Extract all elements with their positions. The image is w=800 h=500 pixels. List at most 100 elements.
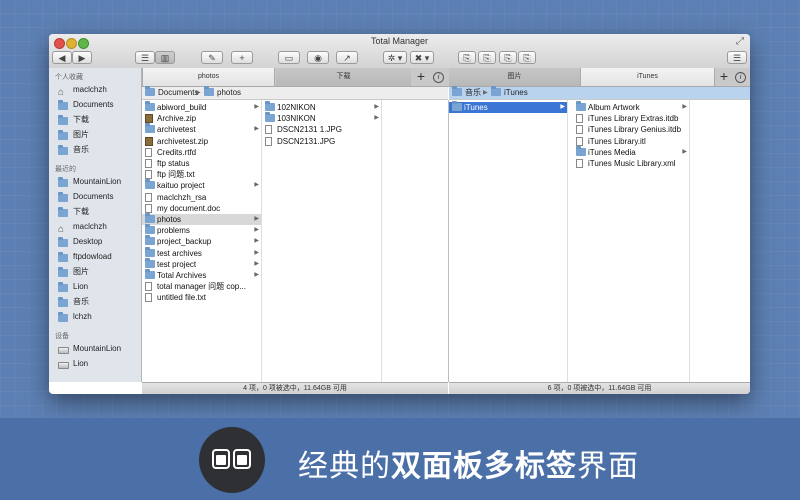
file-row[interactable]: DSCN2131.JPG [262, 136, 381, 147]
add-tab-right-button[interactable]: + [716, 68, 732, 86]
file-row[interactable]: 102NIKON ▶ [262, 101, 381, 113]
sidebar-item-label: ftpdowload [73, 252, 112, 261]
path-segment[interactable]: photos [204, 86, 241, 99]
file-name: Credits.rtfd [157, 147, 197, 157]
share-button[interactable]: ↗ [336, 51, 358, 64]
file-name: project_backup [157, 237, 212, 247]
file-row[interactable]: ftp 问题.txt [142, 169, 261, 180]
drive-icon [58, 347, 69, 354]
file-row[interactable]: abiword_build ▶ [142, 101, 261, 113]
left-tab-bar: photos 下载 + i [142, 68, 449, 87]
path-segment[interactable]: 音乐 [452, 86, 481, 99]
file-row[interactable]: total manager 问题 cop... [142, 281, 261, 292]
disclosure-arrow-icon: ▶ [682, 148, 687, 155]
info-icon[interactable]: i [735, 72, 746, 83]
file-row[interactable]: iTunes Library.itl [573, 136, 689, 147]
new-item-button[interactable]: + [231, 51, 253, 64]
file-name: problems [157, 226, 190, 236]
file-name: iTunes [464, 103, 488, 112]
sidebar-item[interactable]: Lion [49, 356, 141, 371]
sidebar-item[interactable]: Documents [49, 189, 141, 204]
file-row[interactable]: Credits.rtfd [142, 147, 261, 158]
copy-right-button[interactable]: ⎘ [499, 51, 517, 64]
file-row[interactable]: Album Artwork ▶ [573, 101, 689, 113]
file-row[interactable]: iTunes ▶ [449, 101, 567, 113]
file-row[interactable]: DSCN2131 1.JPG [262, 124, 381, 135]
sidebar-item[interactable]: 图片 [49, 127, 141, 142]
add-tab-left-button[interactable]: + [413, 68, 429, 86]
folder-icon [58, 297, 68, 307]
move-right-button[interactable]: ⎘ [518, 51, 536, 64]
left-column-3[interactable] [382, 100, 449, 382]
fullscreen-icon[interactable]: ⤢ [736, 36, 744, 47]
sidebar-item[interactable]: ⌂ maclchzh [49, 219, 141, 235]
disclosure-arrow-icon: ▶ [374, 115, 379, 122]
preview-button[interactable]: ◉ [307, 51, 329, 64]
file-name: abiword_build [157, 103, 207, 112]
tab-left-downloads[interactable]: 下载 [276, 68, 411, 86]
forward-button[interactable]: ▶ [72, 51, 92, 64]
sidebar-item[interactable]: 图片 [49, 264, 141, 279]
menu-button[interactable]: ☰ [727, 51, 747, 64]
sidebar-item[interactable]: 下载 [49, 204, 141, 219]
sidebar-item[interactable]: MountainLion [49, 174, 141, 189]
file-row[interactable]: my document.doc [142, 203, 261, 214]
file-row[interactable]: 103NIKON ▶ [262, 112, 381, 124]
file-row[interactable]: problems ▶ [142, 224, 261, 236]
file-row[interactable]: ftp status [142, 158, 261, 169]
home-icon: ⌂ [58, 224, 65, 235]
column-view-button[interactable]: ▥ [155, 51, 175, 64]
sidebar-item-label: Desktop [73, 237, 103, 246]
left-column-1[interactable]: abiword_build ▶ Archive.zip archivetest ▶ arc… [142, 100, 262, 382]
file-row[interactable]: iTunes Library Extras.itdb [573, 113, 689, 124]
file-row[interactable]: photos ▶ [142, 213, 261, 225]
file-row[interactable]: untitled file.txt [142, 292, 261, 303]
tab-left-photos[interactable]: photos [142, 68, 275, 86]
disclosure-arrow-icon: ▶ [254, 104, 259, 110]
file-row[interactable]: iTunes Media ▶ [573, 145, 689, 158]
tools-menu-button[interactable]: ✖ ▾ [410, 51, 434, 64]
sidebar-item[interactable]: lchzh [49, 309, 141, 324]
file-row[interactable]: test project ▶ [142, 257, 261, 270]
right-column-1[interactable]: iTunes ▶ [449, 100, 568, 382]
list-view-button[interactable]: ☰ [135, 51, 155, 64]
sidebar-item[interactable]: 音乐 [49, 294, 141, 309]
right-column-2[interactable]: Album Artwork ▶ iTunes Library Extras.itdb… [573, 100, 690, 382]
file-row[interactable]: iTunes Music Library.xml [573, 158, 689, 169]
sidebar-item[interactable]: 音乐 [49, 142, 141, 157]
file-row[interactable]: iTunes Library Genius.itdb [573, 124, 689, 135]
file-row[interactable]: test archives ▶ [142, 246, 261, 259]
sidebar-item[interactable]: MountainLion [49, 341, 141, 356]
folder-icon [145, 86, 155, 96]
sidebar-item[interactable]: Desktop [49, 234, 141, 249]
file-row[interactable]: project_backup ▶ [142, 235, 261, 247]
file-row[interactable]: maclchzh_rsa [142, 192, 261, 203]
sidebar-item[interactable]: ftpdowload [49, 249, 141, 264]
file-row[interactable]: Total Archives ▶ [142, 269, 261, 281]
path-segment[interactable]: iTunes [491, 86, 528, 99]
sidebar-item[interactable]: Documents [49, 97, 141, 112]
file-row[interactable]: archivetest.zip [142, 136, 261, 147]
tab-right-pictures[interactable]: 图片 [449, 68, 580, 86]
sidebar-item[interactable]: ⌂ maclchzh [49, 82, 141, 98]
sidebar-item[interactable]: Lion [49, 279, 141, 294]
folder-icon [145, 257, 155, 268]
edit-button[interactable]: ✎ [201, 51, 223, 64]
sidebar-item[interactable]: 下载 [49, 112, 141, 127]
file-row[interactable]: kaituo project ▶ [142, 179, 261, 191]
left-column-2[interactable]: 102NIKON ▶ 103NIKON ▶ DSCN2131 1.JPG DSCN2131… [262, 100, 382, 382]
path-label: Documents [158, 88, 199, 97]
right-column-3[interactable] [690, 100, 750, 382]
info-icon[interactable]: i [433, 72, 444, 83]
move-left-button[interactable]: ⎘ [478, 51, 496, 64]
file-row[interactable]: archivetest ▶ [142, 123, 261, 135]
copy-left-button[interactable]: ⎘ [458, 51, 476, 64]
disk-button[interactable]: ▭ [278, 51, 300, 64]
tab-right-itunes[interactable]: iTunes [580, 68, 715, 86]
back-button[interactable]: ◀ [52, 51, 72, 64]
disclosure-arrow-icon: ▶ [254, 260, 259, 267]
action-menu-button[interactable]: ✲ ▾ [383, 51, 407, 64]
tab-label: photos [197, 73, 220, 80]
path-segment[interactable]: Documents [145, 86, 199, 99]
file-row[interactable]: Archive.zip [142, 113, 261, 124]
